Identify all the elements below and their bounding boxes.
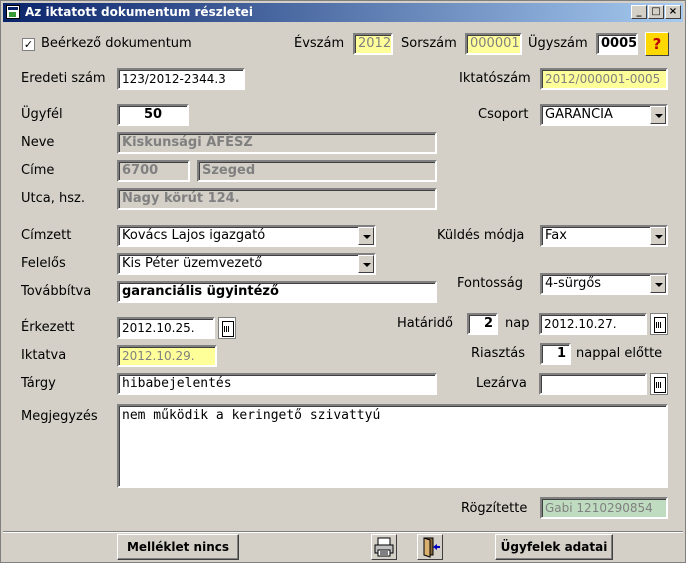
send-mode-value: Fax: [545, 228, 567, 243]
filing-number-label: Iktatószám: [459, 71, 531, 86]
alarm-label: Riasztás: [471, 346, 526, 361]
alarm-suffix-label: nappal előtte: [576, 346, 663, 361]
serial-label: Sorszám: [401, 36, 457, 51]
responsible-value: Kis Péter üzemvezető: [122, 256, 263, 271]
title-bar[interactable]: Az iktatott dokumentum részletei _ □ ×: [3, 3, 683, 22]
deadline-days-field[interactable]: 2: [467, 313, 498, 335]
client-label: Ügyfél: [21, 107, 63, 122]
days-label: nap: [505, 316, 530, 331]
chevron-down-icon[interactable]: [650, 227, 666, 245]
importance-select[interactable]: 4-sürgős: [540, 273, 668, 295]
incoming-label: Beérkező dokumentum: [41, 36, 192, 51]
clients-data-button[interactable]: Ügyfelek adatai: [495, 534, 613, 560]
chevron-down-icon[interactable]: [650, 106, 666, 124]
chevron-down-icon[interactable]: [650, 275, 666, 293]
minimize-button[interactable]: _: [631, 5, 647, 19]
group-select[interactable]: GARANCIA: [540, 104, 668, 126]
app-icon: [6, 5, 20, 19]
closed-date-field[interactable]: [539, 373, 647, 395]
addressee-label: Címzett: [21, 228, 72, 243]
calendar-icon[interactable]: [218, 317, 236, 339]
zip-field: 6700: [117, 160, 190, 182]
attachment-button[interactable]: Melléklet nincs: [117, 534, 239, 560]
case-field[interactable]: 0005: [596, 33, 638, 55]
calendar-icon[interactable]: [650, 373, 668, 395]
printer-icon[interactable]: [371, 534, 397, 560]
document-details-window: Az iktatott dokumentum részletei _ □ × ✓…: [0, 0, 686, 563]
note-textarea[interactable]: nem működik a keringető szivattyú: [117, 404, 668, 488]
street-label: Utca, hsz.: [21, 191, 85, 206]
addressee-value: Kovács Lajos igazgató: [122, 228, 266, 243]
maximize-button[interactable]: □: [648, 5, 664, 19]
original-number-label: Eredeti szám: [21, 71, 106, 86]
responsible-select[interactable]: Kis Péter üzemvezető: [117, 253, 376, 275]
city-field: Szeged: [197, 160, 437, 182]
name-field: Kiskunsági ÁFÉSZ: [117, 132, 437, 154]
exit-door-icon[interactable]: [417, 534, 443, 560]
addressee-select[interactable]: Kovács Lajos igazgató: [117, 225, 376, 247]
window-title: Az iktatott dokumentum részletei: [25, 5, 253, 19]
send-mode-select[interactable]: Fax: [540, 225, 668, 247]
button-bar: Melléklet nincs Ügyfelek adatai: [3, 531, 683, 561]
case-label: Ügyszám: [528, 36, 588, 51]
close-button[interactable]: ×: [665, 5, 681, 19]
help-icon[interactable]: ?: [645, 32, 669, 56]
send-mode-label: Küldés módja: [437, 228, 525, 243]
note-label: Megjegyzés: [21, 409, 98, 424]
filed-label: Iktatva: [21, 348, 67, 363]
chevron-down-icon[interactable]: [358, 227, 374, 245]
filed-field: 2012.10.29.: [117, 345, 217, 367]
recorded-by-field: Gabi 1210290854: [540, 497, 668, 519]
client-field[interactable]: 50: [117, 104, 189, 126]
year-label: Évszám: [294, 36, 345, 51]
responsible-label: Felelős: [21, 256, 66, 271]
importance-value: 4-sürgős: [545, 276, 602, 291]
chevron-down-icon[interactable]: [358, 255, 374, 273]
original-number-field[interactable]: 123/2012-2344.3: [117, 68, 245, 90]
year-field: 2012: [353, 33, 393, 55]
group-label: Csoport: [478, 107, 529, 122]
arrived-field[interactable]: 2012.10.25.: [117, 317, 215, 339]
forwarded-label: Továbbítva: [21, 284, 92, 299]
importance-label: Fontosság: [457, 276, 524, 291]
closed-label: Lezárva: [476, 376, 527, 391]
serial-field: 000001: [465, 33, 522, 55]
recorded-by-label: Rögzítette: [461, 501, 528, 516]
arrived-label: Érkezett: [21, 320, 75, 335]
forwarded-field[interactable]: garanciális ügyintéző: [117, 281, 437, 303]
filing-number-field: 2012/000001-0005: [540, 68, 668, 90]
incoming-checkbox[interactable]: ✓: [22, 38, 35, 51]
deadline-date-field[interactable]: 2012.10.27.: [539, 313, 647, 335]
address-label: Címe: [21, 163, 55, 178]
street-field: Nagy körút 124.: [117, 188, 437, 210]
group-value: GARANCIA: [545, 107, 613, 122]
alarm-days-field[interactable]: 1: [540, 343, 571, 365]
name-label: Neve: [21, 135, 55, 150]
subject-label: Tárgy: [21, 376, 56, 391]
deadline-label: Határidő: [397, 316, 453, 331]
calendar-icon[interactable]: [650, 313, 668, 335]
subject-field[interactable]: hibabejelentés: [117, 373, 437, 395]
